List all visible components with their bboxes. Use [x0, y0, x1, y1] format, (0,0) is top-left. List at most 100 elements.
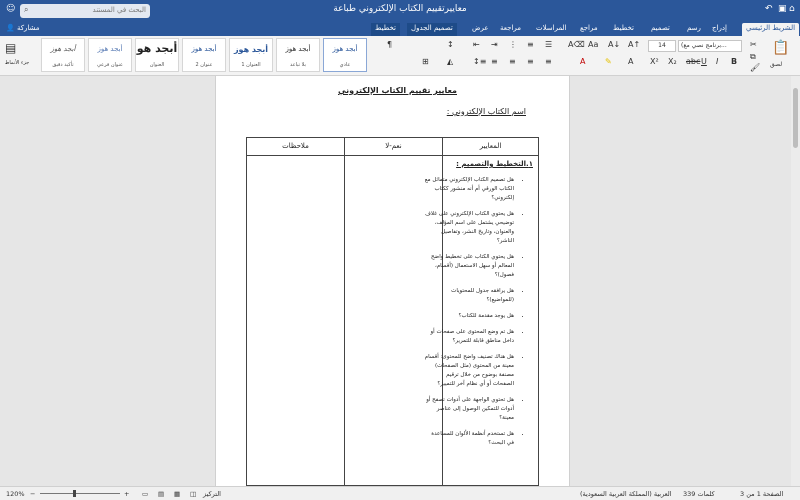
web-layout-icon[interactable]: ▭	[142, 490, 148, 498]
book-name-label: اسم الكتاب الإلكتروني :	[446, 107, 526, 116]
line-spacing-icon[interactable]: ↕≡	[473, 57, 486, 66]
style-subtle-emphasis[interactable]: أبجد هوز تأكيد دقيق	[41, 38, 85, 72]
align-center-icon[interactable]: ≡	[527, 57, 534, 66]
list-item: هل يوجد مقدمة للكتاب؟	[424, 312, 514, 321]
criteria-table[interactable]: المعايير نعم-لا ملاحظات ١.التخطيط والتصم…	[246, 137, 539, 486]
tab-view[interactable]: عرض	[468, 23, 493, 36]
zoom-in-icon[interactable]: +	[124, 490, 129, 498]
text-effects-icon[interactable]: A	[628, 57, 633, 66]
home-icon[interactable]: ⌂	[789, 4, 795, 14]
sort-icon[interactable]: ↕	[447, 40, 454, 49]
tab-table-design[interactable]: تصميم الجدول	[407, 23, 457, 36]
document-page[interactable]: معايير تقييم الكتاب الإلكتروني اسم الكتا…	[215, 76, 570, 486]
share-button[interactable]: 👤 مشاركة	[6, 24, 40, 32]
numbering-icon[interactable]: ≡	[527, 40, 534, 49]
search-placeholder: البحث في المستند	[92, 6, 146, 14]
strikethrough-icon[interactable]: abc	[686, 57, 700, 66]
tab-layout[interactable]: تخطيط	[609, 23, 638, 36]
multilevel-list-icon[interactable]: ⋮	[509, 40, 517, 49]
share-label: مشاركة	[16, 24, 40, 32]
style-title[interactable]: أبجد هو العنوان	[135, 38, 179, 72]
underline-icon[interactable]: U	[701, 57, 707, 66]
tab-references[interactable]: مراجع	[576, 23, 602, 36]
tab-table-layout[interactable]: تخطيط	[371, 23, 400, 36]
vertical-scrollbar[interactable]	[791, 76, 800, 486]
cut-icon[interactable]: ✂	[750, 40, 757, 49]
search-icon: ⌕	[24, 5, 29, 14]
focus-label[interactable]: التركيز	[203, 490, 221, 498]
align-right-icon[interactable]: ≡	[545, 57, 552, 66]
align-left-icon[interactable]: ≡	[509, 57, 516, 66]
style-name: عنوان 2	[195, 62, 213, 68]
zoom-level[interactable]: 120%	[6, 490, 25, 498]
borders-icon[interactable]: ⊞	[422, 57, 429, 66]
scrollbar-thumb[interactable]	[793, 88, 798, 148]
print-layout-icon[interactable]: ▤	[158, 490, 164, 498]
list-item: هل تستخدم أنظمة الألوان للمساعدة في البح…	[424, 430, 514, 448]
subscript-icon[interactable]: X₂	[668, 57, 677, 66]
search-input[interactable]: ⌕ البحث في المستند	[20, 4, 150, 18]
indent-icon[interactable]: ⇥	[491, 40, 498, 49]
list-item: هل تحتوي الواجهة على أدوات تصفح أو أدوات…	[424, 396, 514, 423]
tab-home[interactable]: الشريط الرئيسي	[742, 23, 800, 36]
change-case-icon[interactable]: Aa	[588, 40, 598, 49]
highlight-icon[interactable]: ✎	[605, 57, 612, 66]
list-item: هل يحتوي الكتاب الإلكتروني على غلاف توضي…	[424, 210, 514, 246]
justify-icon[interactable]: ≡	[491, 57, 498, 66]
styles-pane-label[interactable]: جزء الأنماط	[2, 60, 32, 66]
style-no-spacing[interactable]: أبجد هوز بلا تباعد	[276, 38, 320, 72]
outdent-icon[interactable]: ⇤	[473, 40, 480, 49]
style-name: تأكيد دقيق	[52, 62, 74, 68]
italic-icon[interactable]: I	[716, 57, 718, 66]
style-normal[interactable]: أبجد هوز عادي	[323, 38, 367, 72]
status-bar: 120% − + ▭ ▤ ▦ ◫ التركيز العربية (المملك…	[0, 486, 800, 500]
style-name: عادي	[339, 62, 351, 68]
table-header-row: المعايير نعم-لا ملاحظات	[247, 138, 538, 156]
bold-icon[interactable]: B	[731, 57, 737, 66]
tab-design[interactable]: تصميم	[647, 23, 674, 36]
header-criteria: المعايير	[479, 142, 502, 150]
ribbon-tabs: 👤 مشاركة الشريط الرئيسي إدراج رسم تصميم …	[0, 22, 800, 36]
tab-insert[interactable]: إدراج	[708, 23, 731, 36]
font-size-select[interactable]: 14	[648, 40, 676, 52]
language-status[interactable]: العربية (المملكة العربية السعودية)	[580, 490, 672, 498]
page-info[interactable]: الصفحة 1 من 3	[740, 490, 783, 498]
person-icon: 👤	[6, 24, 15, 32]
save-icon[interactable]: ▣	[778, 4, 787, 14]
style-subtitle[interactable]: أبجد هوز عنوان فرعي	[88, 38, 132, 72]
show-marks-icon[interactable]: ¶	[387, 40, 392, 49]
shading-icon[interactable]: ◭	[447, 57, 453, 66]
zoom-slider[interactable]	[40, 490, 120, 497]
focus-icon[interactable]: ◫	[190, 490, 196, 498]
paste-label: لصق	[770, 61, 783, 68]
styles-pane-icon[interactable]: ▤	[5, 41, 16, 55]
bullets-icon[interactable]: ☰	[545, 40, 552, 49]
undo-icon[interactable]: ↶	[765, 4, 773, 14]
tab-mailings[interactable]: المراسلات	[532, 23, 571, 36]
document-canvas: معايير تقييم الكتاب الإلكتروني اسم الكتا…	[0, 76, 800, 486]
grow-font-icon[interactable]: A↑	[628, 40, 640, 49]
format-painter-icon[interactable]: 🖌	[750, 63, 760, 72]
style-heading-2[interactable]: أبجد هوز عنوان 2	[182, 38, 226, 72]
shrink-font-icon[interactable]: A↓	[608, 40, 620, 49]
zoom-slider-handle[interactable]	[73, 490, 76, 497]
font-name-value: (برنامج نصي مع...	[681, 42, 727, 49]
font-name-select[interactable]: (برنامج نصي مع...	[678, 40, 742, 52]
paste-icon[interactable]: 📋	[772, 40, 789, 56]
read-mode-icon[interactable]: ▦	[174, 490, 180, 498]
font-color-icon[interactable]: A	[580, 57, 585, 66]
style-name: العنوان	[149, 62, 165, 68]
document-title: معايير تقييم الكتاب الإلكتروني	[337, 86, 457, 95]
tab-draw[interactable]: رسم	[683, 23, 705, 36]
clear-format-icon[interactable]: A⌫	[568, 40, 585, 49]
tab-review[interactable]: مراجعة	[496, 23, 525, 36]
copy-icon[interactable]: ⧉	[750, 52, 756, 62]
font-size-value: 14	[658, 42, 666, 49]
list-item: هل تم وضع المحتوى على صفحات أو داخل مناط…	[424, 328, 514, 346]
word-count[interactable]: 339 كلمات	[683, 490, 715, 498]
smiley-icon[interactable]: ☺	[6, 4, 15, 14]
superscript-icon[interactable]: X²	[650, 57, 659, 66]
style-heading-1[interactable]: أبجد هوز العنوان 1	[229, 38, 273, 72]
zoom-out-icon[interactable]: −	[30, 490, 35, 498]
list-item: هل يحتوي الكتاب على تخطيط واضح المعالم أ…	[424, 253, 514, 280]
